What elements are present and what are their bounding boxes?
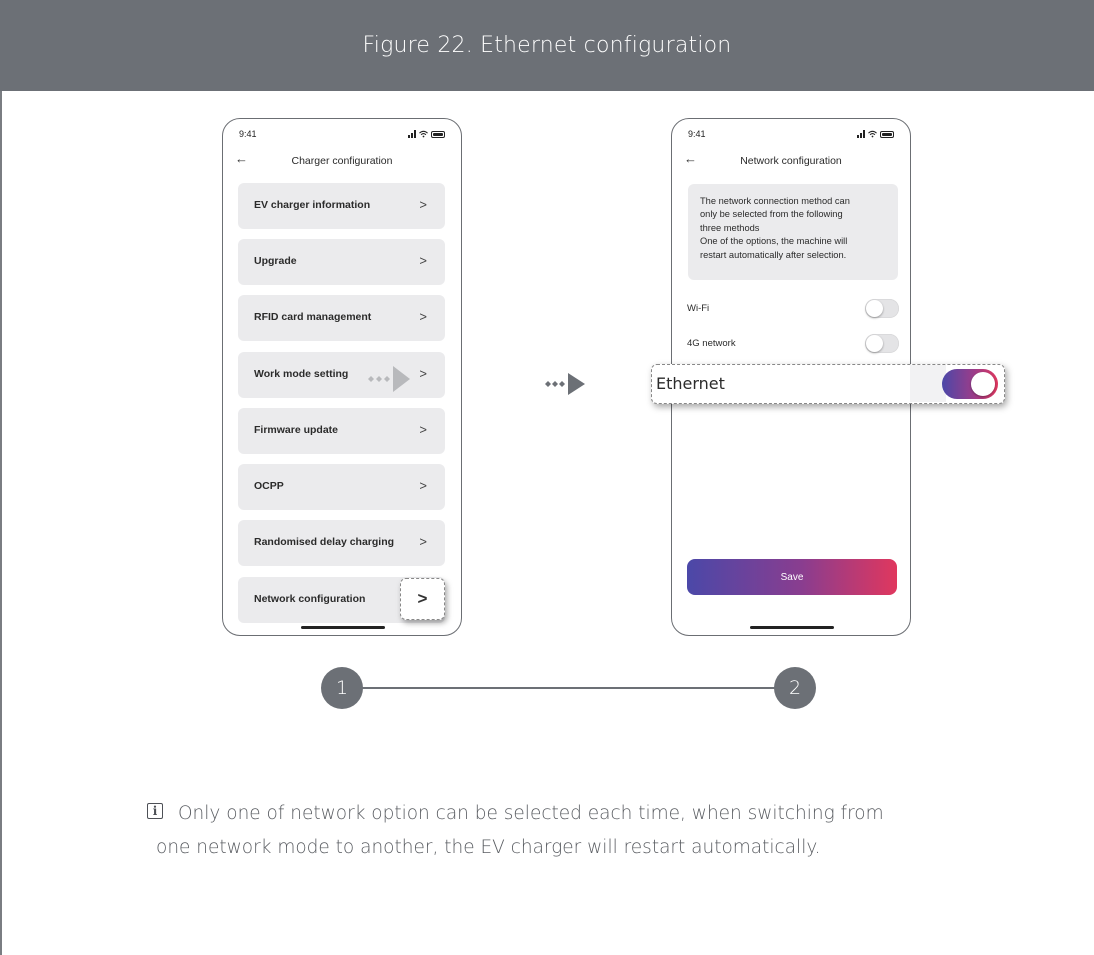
menu-item-label: OCPP	[254, 480, 284, 492]
status-bar: 9:41	[239, 129, 445, 143]
nav-bar: ← Charger configuration	[223, 151, 461, 170]
signal-icon	[408, 130, 416, 138]
chevron-right-icon: >	[419, 366, 427, 381]
wifi-icon	[419, 130, 428, 138]
option-label: Ethernet	[656, 374, 725, 393]
note-line-1: Only one of network option can be select…	[178, 803, 884, 824]
figure-title-bar: Figure 22. Ethernet configuration	[0, 0, 1094, 91]
menu-item-randomised-delay-charging[interactable]: Randomised delay charging >	[238, 520, 445, 566]
menu-item-firmware-update[interactable]: Firmware update >	[238, 408, 445, 454]
status-bar: 9:41	[688, 129, 894, 143]
info-line: three methods	[700, 222, 760, 233]
nav-bar: ← Network configuration	[672, 151, 910, 170]
option-label: Wi-Fi	[687, 303, 710, 314]
home-indicator	[301, 626, 385, 629]
network-configuration-chevron-callout: >	[400, 578, 445, 620]
menu-item-rfid-card-management[interactable]: RFID card management >	[238, 295, 445, 341]
note-line-2: one network mode to another, the EV char…	[156, 837, 821, 858]
step-connector-line	[343, 687, 795, 689]
info-line: restart automatically after selection.	[700, 249, 847, 260]
chevron-right-icon: >	[417, 589, 428, 608]
status-time: 9:41	[239, 129, 257, 139]
ethernet-toggle[interactable]	[942, 369, 998, 399]
info-line: One of the options, the machine will	[700, 236, 848, 247]
wifi-toggle[interactable]	[865, 299, 899, 318]
info-line: only be selected from the following	[700, 209, 843, 220]
wifi-icon	[868, 130, 877, 138]
next-step-arrow-icon	[545, 373, 585, 395]
frame-border-left	[0, 91, 2, 955]
menu-item-ocpp[interactable]: OCPP >	[238, 464, 445, 510]
home-indicator	[750, 626, 834, 629]
chevron-right-icon: >	[419, 253, 427, 268]
chevron-right-icon: >	[419, 422, 427, 437]
save-button[interactable]: Save	[687, 559, 897, 595]
menu-item-label: Randomised delay charging	[254, 536, 395, 548]
menu-item-label: Network configuration	[254, 593, 366, 605]
chevron-right-icon: >	[419, 309, 427, 324]
info-message-box: The network connection method can only b…	[688, 184, 898, 280]
step-number: 1	[335, 677, 349, 699]
screen-title: Network configuration	[740, 155, 842, 167]
menu-item-label: EV charger information	[254, 199, 371, 211]
menu-item-label: RFID card management	[254, 311, 372, 323]
menu-item-ev-charger-information[interactable]: EV charger information >	[238, 183, 445, 229]
option-4g-network: 4G network	[687, 334, 899, 354]
status-time: 9:41	[688, 129, 706, 139]
chevron-right-icon: >	[419, 197, 427, 212]
option-label: 4G network	[687, 338, 736, 349]
step-number: 2	[788, 677, 802, 699]
menu-item-upgrade[interactable]: Upgrade >	[238, 239, 445, 285]
screen-title: Charger configuration	[291, 155, 393, 167]
callout-shade	[910, 365, 946, 402]
note-text: Only one of network option can be select…	[156, 797, 1016, 865]
option-wifi: Wi-Fi	[687, 299, 899, 319]
signal-icon	[857, 130, 865, 138]
back-arrow-icon[interactable]: ←	[235, 151, 248, 166]
battery-icon	[880, 130, 894, 138]
phone-charger-configuration: 9:41 ← Charger configuration EV charger …	[222, 118, 462, 636]
step-1-badge: 1	[321, 667, 363, 709]
menu-item-label: Firmware update	[254, 424, 339, 436]
menu-item-label: Work mode setting	[254, 368, 349, 380]
menu-item-label: Upgrade	[254, 255, 297, 267]
save-button-label: Save	[780, 571, 804, 583]
option-ethernet-callout: Ethernet	[651, 364, 1005, 404]
menu-item-work-mode-setting[interactable]: Work mode setting >	[238, 352, 445, 398]
battery-icon	[431, 130, 445, 138]
4g-network-toggle[interactable]	[865, 334, 899, 353]
step-2-badge: 2	[774, 667, 816, 709]
info-line: The network connection method can	[700, 196, 850, 206]
figure-title: Figure 22. Ethernet configuration	[362, 33, 732, 58]
chevron-right-icon: >	[419, 534, 427, 549]
step-arrow-icon	[368, 366, 410, 392]
back-arrow-icon[interactable]: ←	[684, 151, 697, 166]
chevron-right-icon: >	[419, 478, 427, 493]
